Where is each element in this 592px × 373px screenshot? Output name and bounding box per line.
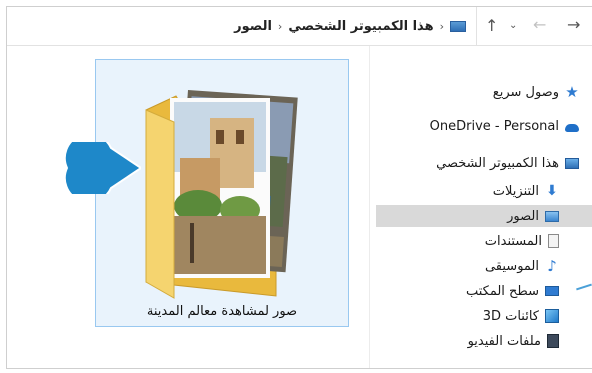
nav-item-label: وصول سريع <box>492 84 559 100</box>
nav-item-music[interactable]: ♪ الموسيقى <box>485 255 559 277</box>
nav-item-label: التنزيلات <box>492 183 539 199</box>
arrow-right-icon[interactable]: → <box>567 17 580 33</box>
desktop-icon <box>545 286 559 296</box>
nav-item-label: الصور <box>507 208 539 224</box>
folder-icon <box>145 89 298 299</box>
star-icon: ★ <box>565 83 579 101</box>
content-pane: صور لمشاهدة معالم المدينة 1 <box>7 46 369 368</box>
arrow-left-icon[interactable]: ← <box>533 17 546 33</box>
callout-number: 1 <box>37 154 49 176</box>
nav-item-quick-access[interactable]: ★ وصول سريع <box>493 81 579 103</box>
breadcrumb-this-pc[interactable]: هذا الكمبيوتر الشخصي <box>288 19 433 34</box>
nav-item-label: المستندات <box>484 233 542 249</box>
nav-item-onedrive[interactable]: OneDrive - Personal <box>430 115 579 137</box>
breadcrumb-pictures[interactable]: الصور <box>234 19 272 34</box>
nav-item-desktop[interactable]: سطح المكتب <box>466 280 559 302</box>
nav-item-label: هذا الكمبيوتر الشخصي <box>436 155 559 171</box>
callout-badge <box>63 142 141 194</box>
nav-item-this-pc[interactable]: هذا الكمبيوتر الشخصي <box>436 152 579 174</box>
pictures-icon <box>545 210 559 222</box>
arrow-up-icon[interactable]: ↑ <box>485 18 498 34</box>
nav-item-label: OneDrive - Personal <box>429 118 559 134</box>
folder-name-label: صور لمشاهدة معالم المدينة <box>146 304 298 319</box>
nav-item-documents[interactable]: المستندات <box>485 230 559 252</box>
document-icon <box>548 234 559 248</box>
breadcrumb-separator: › <box>277 19 283 33</box>
file-explorer-window: › هذا الكمبيوتر الشخصي › الصور ↑ ⌄ ← → ص… <box>6 6 592 369</box>
navigation-pane: ★ وصول سريع OneDrive - Personal هذا الكم… <box>369 46 592 368</box>
video-icon <box>547 334 559 348</box>
breadcrumb-separator: › <box>439 19 444 33</box>
chevron-down-icon[interactable]: ⌄ <box>509 18 517 34</box>
nav-item-label: ملفات الفيديو <box>467 333 541 349</box>
cloud-icon <box>565 124 579 132</box>
nav-item-3d-objects[interactable]: كائنات 3D <box>483 305 559 327</box>
nav-item-videos[interactable]: ملفات الفيديو <box>468 330 559 352</box>
nav-item-downloads[interactable]: ⬇ التنزيلات <box>493 180 559 202</box>
nav-item-label: كائنات 3D <box>482 308 539 324</box>
computer-icon <box>450 20 466 32</box>
navigation-bar: › هذا الكمبيوتر الشخصي › الصور ↑ ⌄ ← → <box>7 7 592 46</box>
nav-item-label: سطح المكتب <box>465 283 539 299</box>
cube-3d-icon <box>545 309 559 323</box>
address-bar[interactable]: › هذا الكمبيوتر الشخصي › الصور <box>7 7 477 45</box>
nav-item-pictures[interactable]: الصور <box>507 205 559 227</box>
download-icon: ⬇ <box>546 183 558 199</box>
computer-icon <box>565 157 579 169</box>
selection-highlight <box>376 205 592 227</box>
nav-item-label: الموسيقى <box>484 258 539 274</box>
music-icon: ♪ <box>547 257 557 275</box>
